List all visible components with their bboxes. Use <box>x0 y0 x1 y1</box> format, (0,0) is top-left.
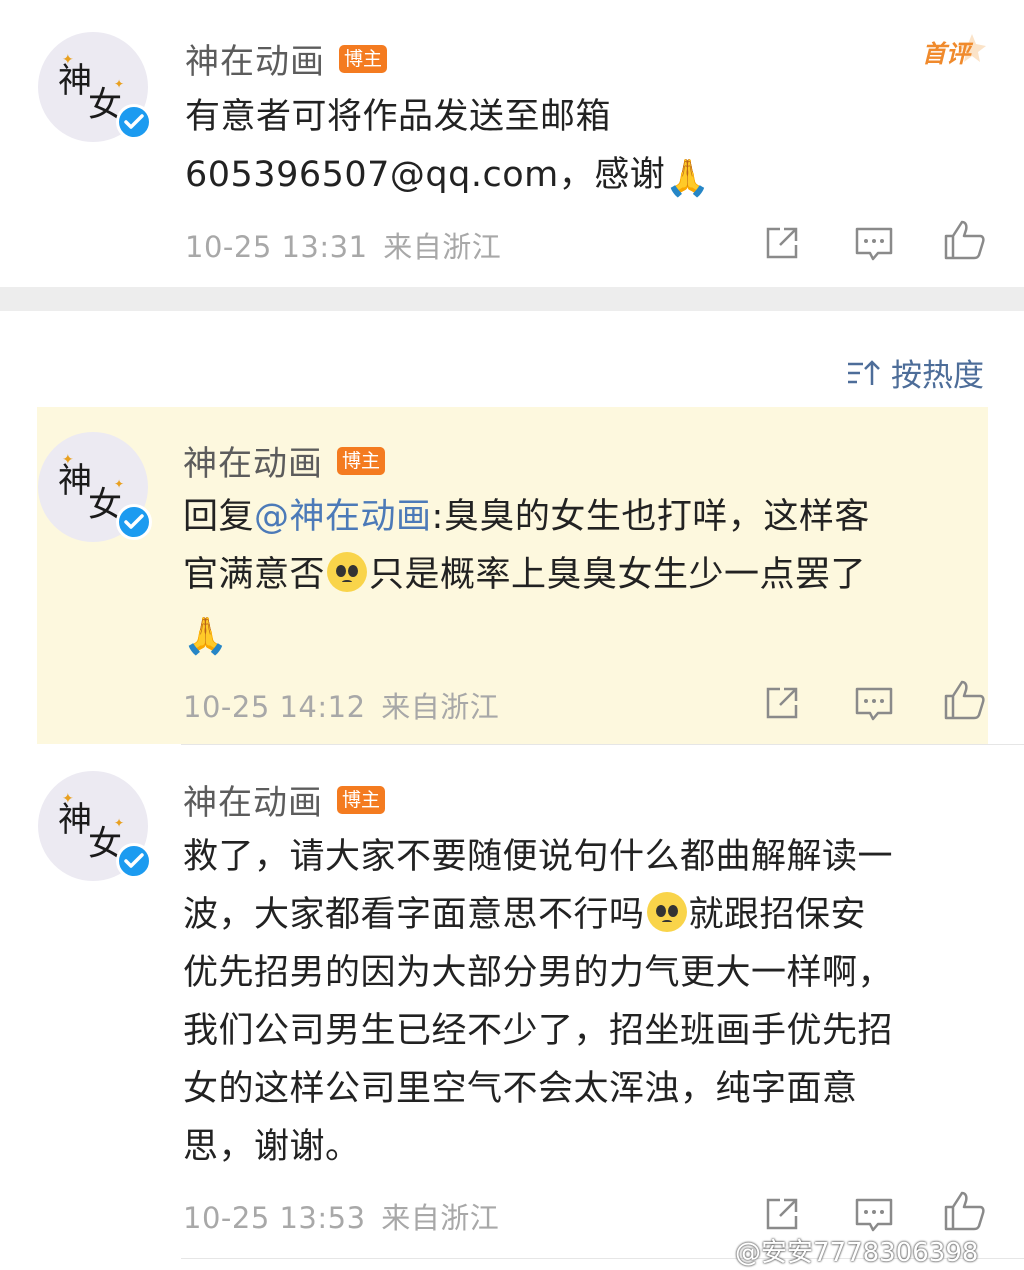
verified-icon <box>116 104 152 140</box>
avatar[interactable]: 神 女 ✦ ✦ <box>38 771 152 881</box>
verified-icon <box>116 504 152 540</box>
comment-line: 优先招男的因为大部分男的力气更大一样啊， <box>183 953 894 993</box>
svg-text:✦: ✦ <box>114 816 124 830</box>
share-icon[interactable] <box>760 1192 804 1236</box>
author-name[interactable]: 神在动画 <box>183 775 323 824</box>
author-name[interactable]: 神在动画 <box>185 34 325 83</box>
svg-text:✦: ✦ <box>62 452 74 468</box>
timestamp: 10-25 13:53 <box>183 1201 366 1235</box>
svg-text:✦: ✦ <box>62 791 74 807</box>
like-icon[interactable] <box>942 678 986 722</box>
comment-text: 只是概率上臭臭女生少一点罢了 <box>369 555 867 595</box>
comment-line: 605396507@qq.com，感谢 <box>185 155 666 195</box>
comment-body: 有意者可将作品发送至邮箱 605396507@qq.com，感谢🙏 <box>185 88 711 208</box>
pray-emoji: 🙏 <box>665 158 711 199</box>
svg-text:✦: ✦ <box>114 477 124 491</box>
watermark-text: @安安7778306398 <box>735 1238 979 1268</box>
avatar[interactable]: 神 女 ✦ ✦ <box>38 432 152 542</box>
location: 来自浙江 <box>383 230 502 264</box>
location: 来自浙江 <box>381 690 500 724</box>
blogger-tag: 博主 <box>339 44 388 73</box>
pray-emoji: 🙏 <box>183 616 229 657</box>
comment-text: 官满意否 <box>183 555 326 595</box>
comment-line: 救了，请大家不要随便说句什么都曲解解读一 <box>183 837 894 877</box>
like-icon[interactable] <box>942 1189 986 1233</box>
location: 来自浙江 <box>381 1201 500 1235</box>
comment-line: 有意者可将作品发送至邮箱 <box>185 97 612 137</box>
sort-label: 按热度 <box>891 358 984 394</box>
comment-line: 我们公司男生已经不少了，招坐班画手优先招 <box>183 1011 894 1051</box>
sort-icon <box>848 359 880 385</box>
blogger-tag: 博主 <box>337 785 386 814</box>
comment-icon[interactable] <box>852 1192 896 1236</box>
comment-text: 就跟招保安 <box>688 895 867 935</box>
comment-icon[interactable] <box>852 221 896 265</box>
author-name[interactable]: 神在动画 <box>183 436 323 485</box>
avatar[interactable]: 神 女 ✦ ✦ <box>38 32 152 142</box>
reply-prefix: 回复 <box>183 497 255 537</box>
blogger-tag: 博主 <box>337 446 386 475</box>
comment-meta: 10-25 13:31 来自浙江 <box>185 224 501 266</box>
comment-meta: 10-25 13:53 来自浙江 <box>183 1195 499 1237</box>
first-comment-badge: 首评 <box>920 30 990 78</box>
share-icon[interactable] <box>760 681 804 725</box>
sort-by-hot-button[interactable]: 按热度 <box>845 350 984 395</box>
comment-text: 波，大家都看字面意思不行吗 <box>183 895 645 935</box>
comment-icon[interactable] <box>852 681 896 725</box>
verified-icon <box>116 843 152 879</box>
comment-body: 救了，请大家不要随便说句什么都曲解解读一 波，大家都看字面意思不行吗 就跟招保安 … <box>183 828 893 1176</box>
timestamp: 10-25 13:31 <box>185 230 368 264</box>
comment-meta: 10-25 14:12 来自浙江 <box>183 684 499 726</box>
pleading-face-emoji <box>646 892 687 932</box>
timestamp: 10-25 14:12 <box>183 690 366 724</box>
watermark: @安安7778306398 <box>735 1232 978 1269</box>
pleading-face-emoji <box>327 552 368 592</box>
svg-text:✦: ✦ <box>62 52 74 68</box>
svg-text:✦: ✦ <box>114 77 124 91</box>
comment-body: 回复@神在动画:臭臭的女生也打咩，这样客 官满意否 只是概率上臭臭女生少一点罢了 … <box>183 488 870 666</box>
section-separator <box>0 287 1024 311</box>
comment-text: :臭臭的女生也打咩，这样客 <box>431 497 870 537</box>
mention-link[interactable]: @神在动画 <box>254 497 432 537</box>
share-icon[interactable] <box>760 221 804 265</box>
comment-line: 女的这样公司里空气不会太浑浊，纯字面意 <box>183 1069 858 1109</box>
comment-line: 思，谢谢。 <box>183 1127 361 1167</box>
first-comment-badge-label: 首评 <box>922 40 974 68</box>
like-icon[interactable] <box>942 218 986 262</box>
divider <box>181 744 1024 745</box>
